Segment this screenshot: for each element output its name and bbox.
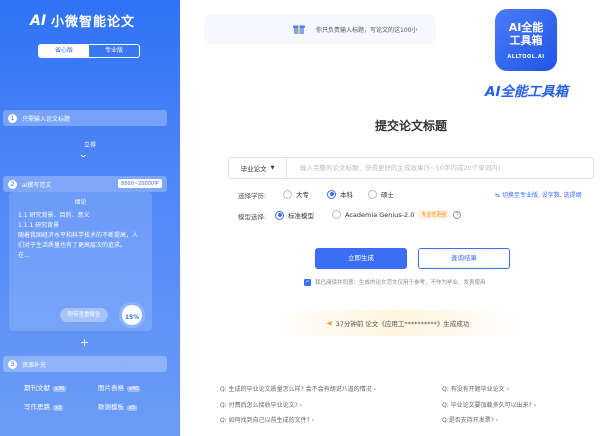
main-panel: 你只负责输入标题，写论文的这100小 AI全能 工具箱 ALLTOOL.AI A… [180,0,600,436]
step-3: 3 资源补充 [3,356,167,372]
card-title: 绪论 [74,199,87,206]
notice-text: 你只负责输入标题，写论文的这100小 [316,26,418,34]
step-label: 资源补充 [22,361,47,369]
faq-item[interactable]: Q: 生成的毕业论文质量怎么样? 会不会有胡说八道的情况 › [220,384,376,393]
query-results-button[interactable]: 查询结果 [418,248,510,269]
resource-count: x36 [53,386,67,392]
mode-toggle: 省心版 专业版 [38,44,140,58]
mode-tab-easy[interactable]: 省心版 [39,45,89,57]
card-line: 1.1.1 研究背景 [18,222,60,229]
logo-mark: AI [30,12,47,29]
radio-model-standard[interactable]: 标准模型 [275,210,314,220]
sidebar: AI 小微智能论文 省心版 专业版 1 只需输入论文标题 立得 ⌄ 2 ai撰写… [0,0,180,436]
agreement-text: 我已阅读并同意：生成的论文范文仅用于参考，不作为毕业、发表使用 [315,280,486,286]
step-1-result: 立得 [83,142,96,149]
megaphone-icon: ◀ [326,319,332,327]
generate-button[interactable]: 立即生成 [315,248,407,269]
help-icon[interactable]: ? [453,210,462,219]
title-input-row: 毕业论文 ▼ [228,157,594,179]
notice-banner: 你只负责输入标题，写论文的这100小 [204,14,436,44]
step-number: 3 [8,359,17,369]
faq-item[interactable]: Q:是否支持开发票? › [442,415,498,424]
radio-dot-selected [275,210,284,220]
step-2: 2 ai撰写范文 8000~20000字 [3,176,167,192]
step-label: 只需输入论文标题 [22,115,71,123]
page-title: 提交论文标题 [375,119,448,133]
card-line: 随着我国经济水平和科学技术的不断提高，人们对于生活质量也有了更高层次的追求。 [18,232,139,249]
paper-title-input[interactable] [287,164,593,172]
word-count-badge: 8000~20000字 [118,179,162,188]
faq-item[interactable]: Q: 付费后怎么接收毕业论文? › [220,400,302,409]
plus-icon: + [80,336,90,349]
agreement-row: ✓ 我已阅读并同意：生成的论文范文仅用于参考，不作为毕业、发表使用 [304,278,486,286]
radio-dot-selected [327,189,336,199]
model-tag: 专业性更强 [418,210,450,219]
mode-tab-pro[interactable]: 专业版 [89,45,139,57]
recent-activity: ◀ 37分钟前 论文《应用工**********》生成成功 [274,310,522,336]
faq-item[interactable]: Q: 毕业论文要加载多久可以出来? › [442,400,536,409]
app-name: 小微智能论文 [51,15,136,30]
switch-icon: ⇆ [495,192,502,199]
resource-count: x40 [127,386,141,392]
chevron-down-icon: ⌄ [77,150,89,159]
plagiarism-report-button: 附带查重报告 [60,308,108,322]
step-number: 2 [8,179,17,189]
radio-dot [283,189,292,199]
brand-logo-tile: AI全能 工具箱 ALLTOOL.AI [495,9,557,71]
degree-label: 选择学历: [238,192,267,200]
switch-pro-link[interactable]: ⇆ 切换至专业版, 设字数, 选提纲 [495,190,582,199]
resource-item: 写作思路 x2 [24,403,64,411]
card-line: 在... [18,252,30,259]
resource-item: 期刊文献 x36 [24,384,67,392]
agreement-checkbox[interactable]: ✓ [304,278,311,286]
card-line: 1.1 研究背景、目的、意义 [18,212,90,219]
step-1: 1 只需输入论文标题 [3,110,167,126]
recent-text: 37分钟前 论文《应用工**********》生成成功 [335,320,470,328]
radio-dot [368,189,377,199]
resource-count: x5 [127,405,138,411]
brand-name: AI全能工具箱 [485,84,568,100]
resource-item: 致谢模板 x5 [98,403,138,411]
radio-degree-master[interactable]: 硕士 [368,189,394,199]
app-logo: AI 小微智能论文 [30,11,136,31]
similarity-percent: 15% [119,302,145,328]
caret-down-icon: ▼ [270,165,275,171]
resource-count: x2 [53,405,64,411]
radio-degree-bachelor[interactable]: 本科 [327,189,353,199]
faq-item[interactable]: Q: 有没有开题毕业论文 › [442,384,509,393]
faq-item[interactable]: Q: 如何找到自己以前生成的文件? › [220,415,314,424]
radio-model-academia[interactable]: Academia Genius-2.0 专业性更强? [332,210,462,219]
paper-type-select[interactable]: 毕业论文 ▼ [229,158,287,178]
step-label: ai撰写范文 [22,181,52,189]
step-number: 1 [8,113,17,123]
resource-item: 图片表格 x40 [98,384,141,392]
radio-degree-associate[interactable]: 大专 [283,189,309,199]
radio-dot [332,210,341,219]
model-label: 模型选择: [238,213,267,221]
gift-icon [293,25,305,34]
